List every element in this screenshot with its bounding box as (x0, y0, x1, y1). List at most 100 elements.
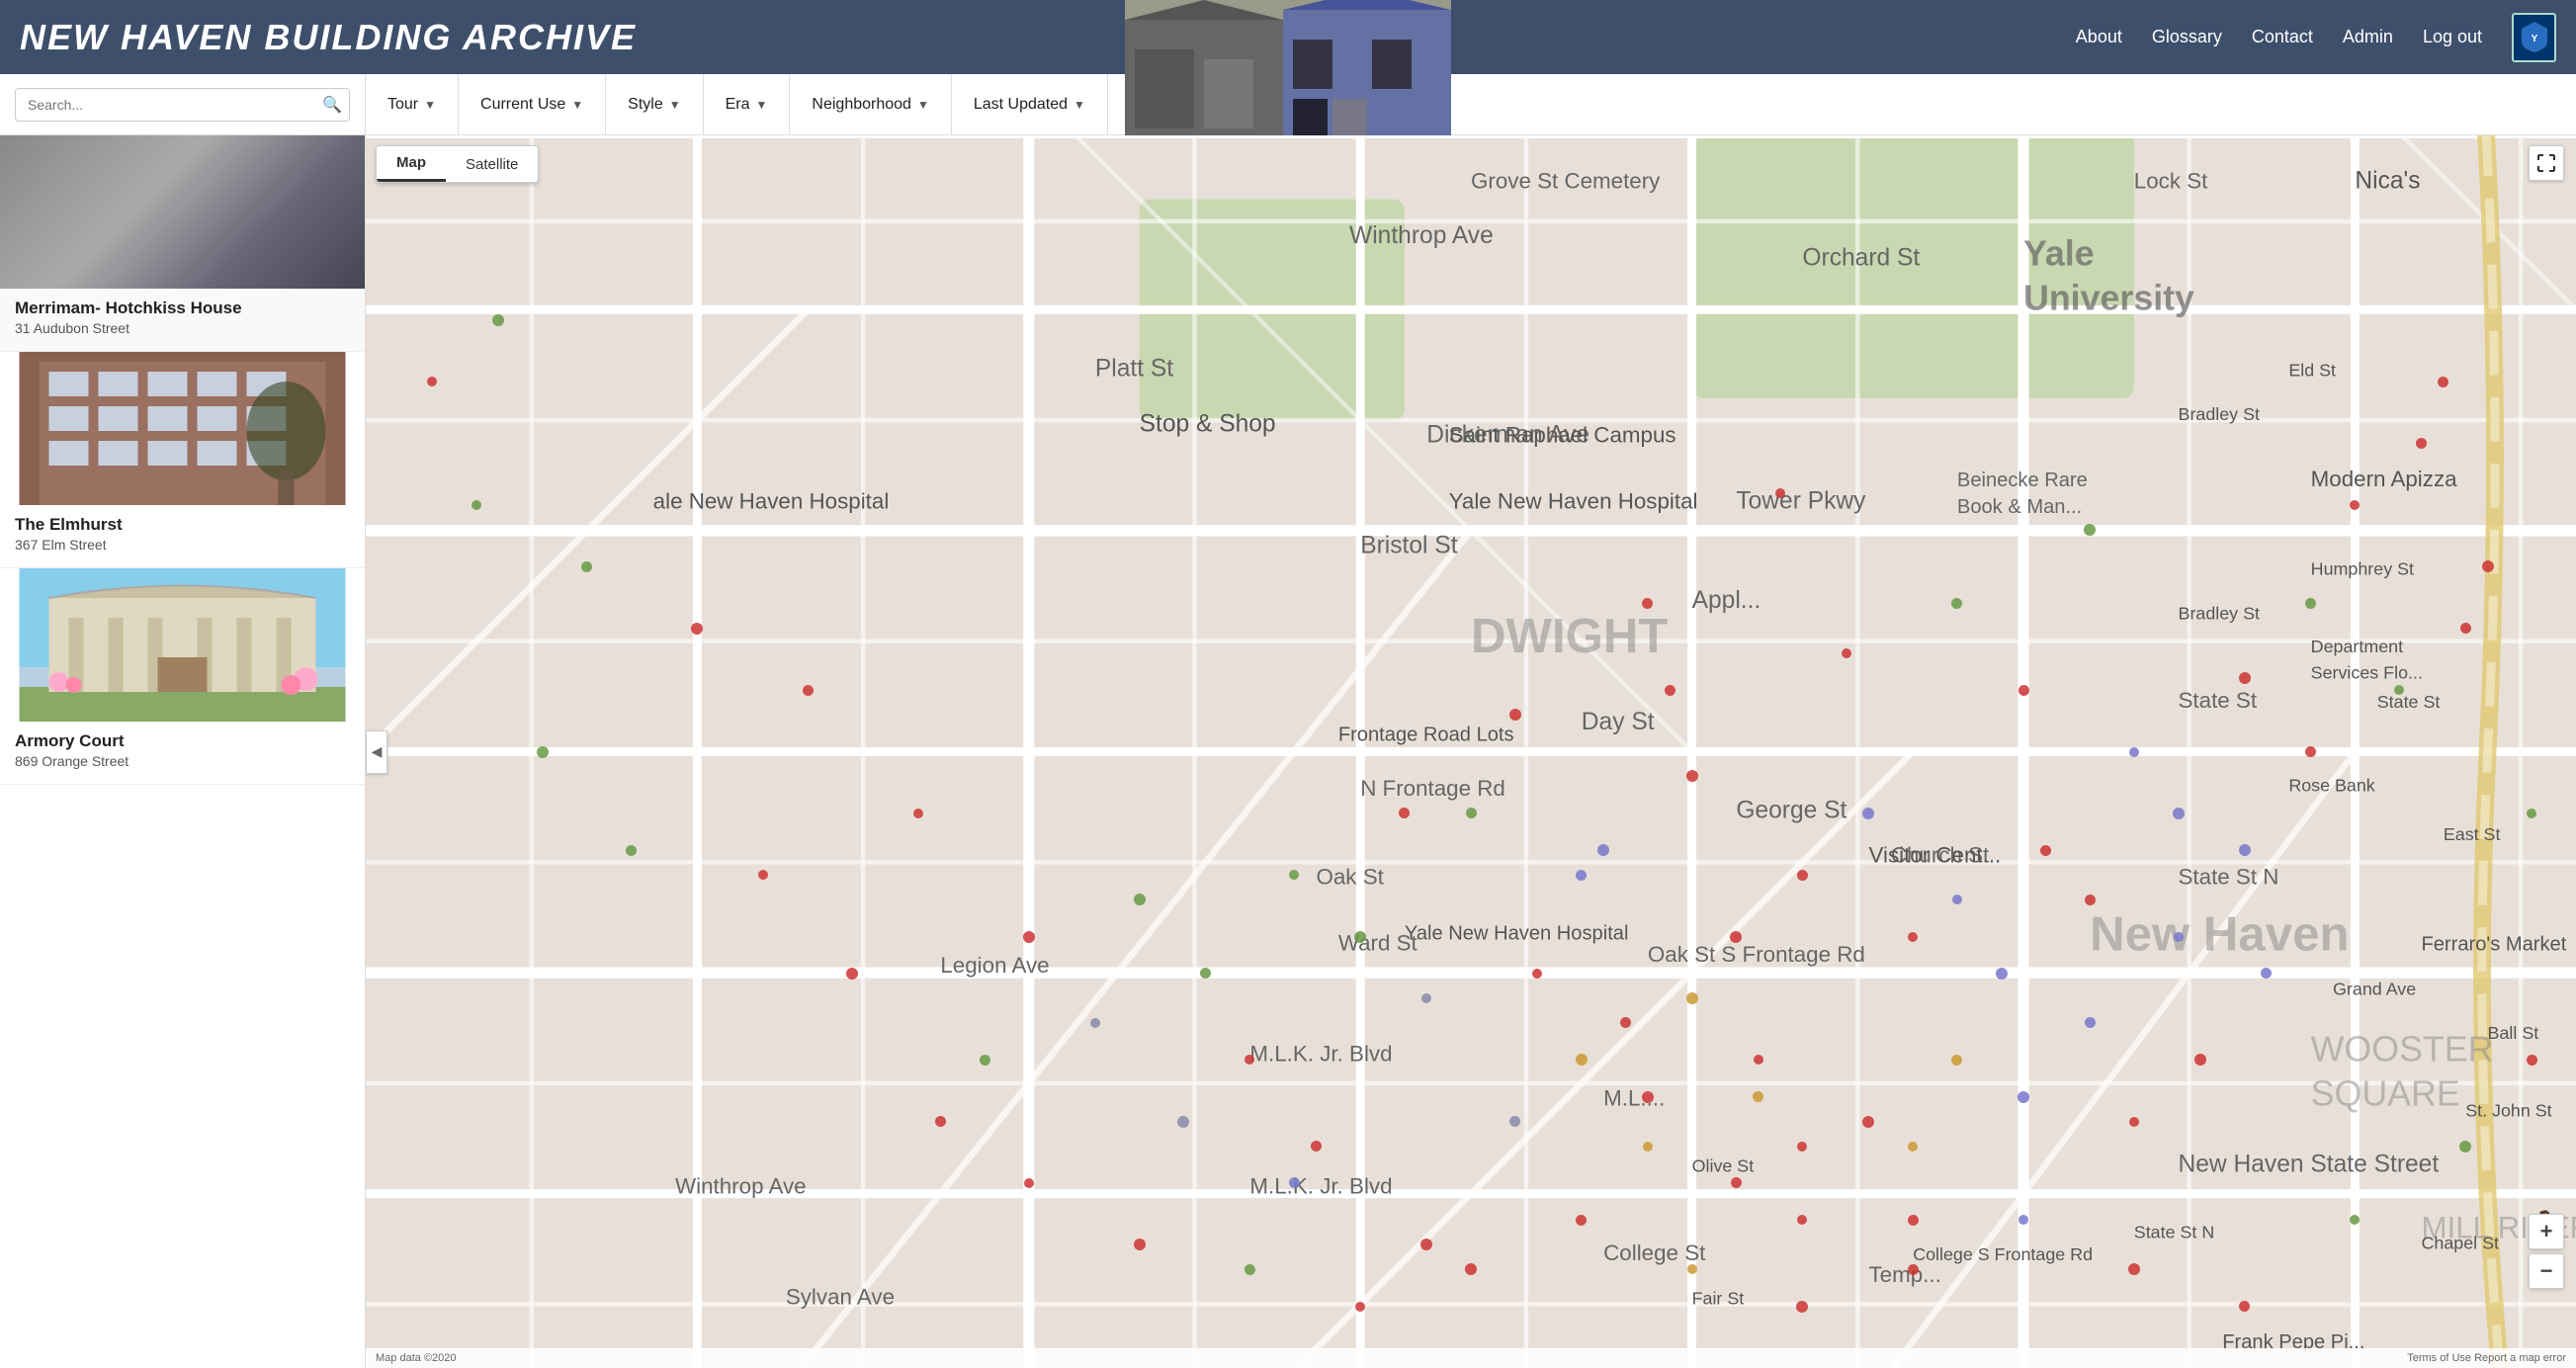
building-info: The Elmhurst 367 Elm Street (0, 505, 365, 567)
map-background[interactable]: Goffe St Webster St Winthrop Ave Sherman… (366, 135, 2576, 1368)
svg-text:Bradley St: Bradley St (2179, 603, 2260, 623)
map-dot[interactable] (1908, 1215, 1919, 1226)
svg-text:WOOSTER: WOOSTER (2311, 1030, 2494, 1069)
map-dot[interactable] (1576, 1054, 1588, 1066)
list-item[interactable]: Armory Court 869 Orange Street (0, 568, 365, 785)
map-dot[interactable] (2085, 895, 2096, 905)
map-dot[interactable] (1576, 870, 1587, 881)
map-dot[interactable] (2085, 1017, 2096, 1028)
map-dot[interactable] (1642, 1091, 1654, 1103)
svg-text:George St: George St (1736, 798, 1846, 824)
svg-text:Oak St S Frontage Rd: Oak St S Frontage Rd (1648, 942, 1865, 967)
building-name: The Elmhurst (15, 515, 350, 535)
svg-text:State St N: State St N (2179, 865, 2279, 890)
map-dot[interactable] (1797, 870, 1808, 881)
svg-text:Yale New Haven Hospital: Yale New Haven Hospital (1449, 489, 1698, 514)
map-dot[interactable] (1730, 931, 1742, 943)
map-dot[interactable] (1796, 1301, 1808, 1313)
map-dot[interactable] (1775, 488, 1785, 498)
svg-text:College St: College St (1603, 1240, 1706, 1265)
map-dot[interactable] (980, 1055, 990, 1066)
map-terms[interactable]: Terms of Use Report a map error (2407, 1352, 2566, 1364)
svg-text:Humphrey St: Humphrey St (2311, 559, 2414, 579)
tab-map[interactable]: Map (377, 146, 446, 182)
map-dot[interactable] (1509, 709, 1521, 721)
fullscreen-button[interactable] (2529, 145, 2564, 181)
map-dot[interactable] (2040, 845, 2051, 856)
map-dot[interactable] (1687, 1264, 1697, 1274)
map-dot[interactable] (1354, 931, 1366, 943)
map-dot[interactable] (626, 845, 637, 856)
svg-text:N Frontage Rd: N Frontage Rd (1360, 776, 1505, 801)
svg-text:State St: State St (2377, 692, 2441, 712)
map-dot[interactable] (1643, 1142, 1653, 1152)
map-dot[interactable] (1908, 1142, 1918, 1152)
map-dot[interactable] (1090, 1018, 1100, 1028)
svg-text:Services Flo...: Services Flo... (2311, 663, 2423, 683)
map-dot[interactable] (1908, 932, 1918, 942)
svg-text:Oak St: Oak St (1316, 865, 1384, 890)
map-back-button[interactable]: ◀ (366, 730, 387, 774)
map-dot[interactable] (2482, 560, 2494, 572)
map-dot[interactable] (1908, 1264, 1919, 1275)
map-dot[interactable] (1686, 992, 1698, 1004)
map-dot[interactable] (1862, 1116, 1874, 1128)
map-dot[interactable] (2018, 685, 2029, 696)
map-dot[interactable] (2018, 1091, 2029, 1103)
svg-text:Platt St: Platt St (1095, 355, 1173, 382)
map-dot[interactable] (2174, 932, 2184, 942)
svg-text:Olive St: Olive St (1692, 1155, 1755, 1175)
map-dot[interactable] (846, 968, 858, 980)
map-dot[interactable] (2239, 844, 2251, 856)
map-dot[interactable] (2128, 1263, 2140, 1275)
map-dot[interactable] (537, 746, 549, 758)
map-dot[interactable] (1842, 648, 1851, 658)
svg-text:Chapel St: Chapel St (2421, 1234, 2499, 1253)
list-item[interactable]: Merrimam- Hotchkiss House 31 Audubon Str… (0, 135, 365, 352)
svg-text:State St N: State St N (2134, 1222, 2214, 1241)
map-dot[interactable] (913, 809, 923, 818)
map-dot[interactable] (2527, 1055, 2537, 1066)
map-dot[interactable] (2129, 1117, 2139, 1127)
svg-text:Legion Ave: Legion Ave (940, 953, 1049, 978)
map-dot[interactable] (2173, 808, 2185, 819)
map-dot[interactable] (1134, 894, 1146, 905)
fullscreen-icon (2537, 154, 2555, 172)
map-dot[interactable] (803, 685, 814, 696)
list-item[interactable]: The Elmhurst 367 Elm Street (0, 352, 365, 568)
map-dot[interactable] (1952, 895, 1962, 904)
map-dot[interactable] (1134, 1239, 1146, 1250)
map-dot[interactable] (2129, 747, 2139, 757)
svg-text:Winthrop Ave: Winthrop Ave (1349, 222, 1494, 249)
map-dot[interactable] (2084, 524, 2096, 536)
map-dot[interactable] (1686, 770, 1698, 782)
tab-satellite[interactable]: Satellite (446, 146, 538, 182)
zoom-in-button[interactable]: + (2529, 1214, 2564, 1249)
map-dot[interactable] (1996, 968, 2008, 980)
zoom-out-button[interactable]: − (2529, 1253, 2564, 1289)
map-dot[interactable] (472, 500, 481, 510)
map-dot[interactable] (2239, 672, 2251, 684)
map-dot[interactable] (1311, 1141, 1322, 1152)
svg-text:Ball St: Ball St (2488, 1023, 2539, 1043)
map-dot[interactable] (1023, 931, 1035, 943)
map-dot[interactable] (1532, 969, 1542, 979)
map-dot[interactable] (2459, 1141, 2471, 1153)
svg-text:Saint Raphael Campus: Saint Raphael Campus (1449, 422, 1676, 447)
svg-text:Rose Bank: Rose Bank (2288, 776, 2375, 796)
svg-text:State St: State St (2179, 688, 2258, 713)
map-dot[interactable] (2460, 623, 2471, 634)
map-dot[interactable] (581, 561, 592, 572)
map-dot[interactable] (1177, 1116, 1189, 1128)
map-dot[interactable] (1466, 808, 1477, 818)
map-dot[interactable] (1355, 1302, 1365, 1312)
map-dot[interactable] (1024, 1178, 1034, 1188)
map-dot[interactable] (1754, 1055, 1763, 1065)
map-dot[interactable] (1665, 685, 1675, 696)
svg-text:New Haven: New Haven (2090, 907, 2349, 962)
map-dot[interactable] (1245, 1264, 1255, 1275)
map-dot[interactable] (935, 1116, 946, 1127)
svg-text:Tower Pkwy: Tower Pkwy (1736, 488, 1866, 515)
map-dot[interactable] (1797, 1142, 1807, 1152)
svg-text:ale New Haven Hospital: ale New Haven Hospital (653, 489, 890, 514)
